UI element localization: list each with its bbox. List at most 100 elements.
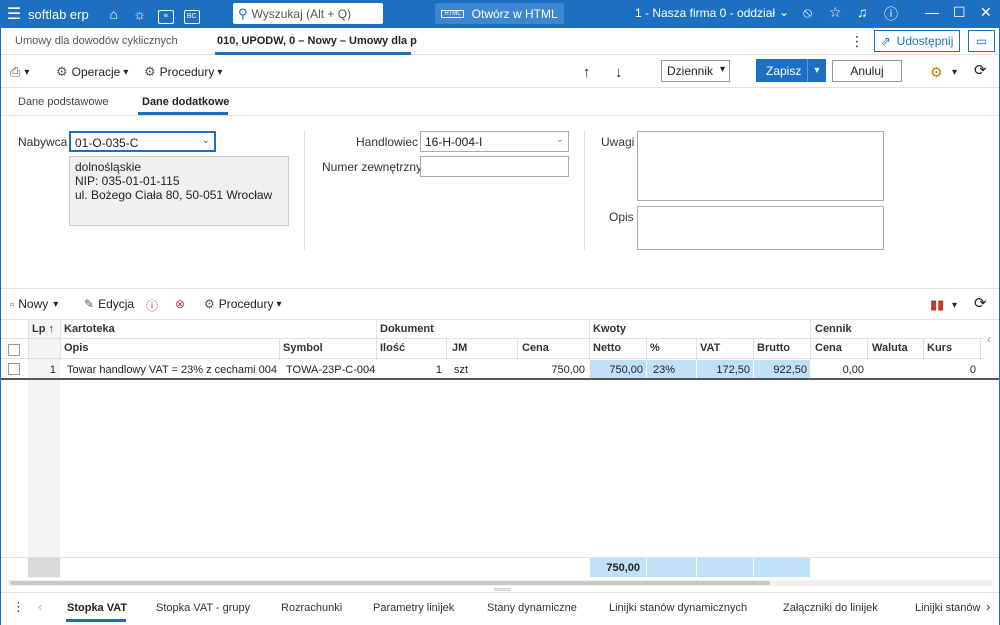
uwagi-textarea[interactable]: [637, 131, 884, 201]
col-jm[interactable]: JM: [452, 342, 467, 354]
sun-icon[interactable]: ☼: [127, 6, 153, 22]
chevron-down-icon: ▾: [276, 298, 282, 310]
operations-icon: ⚙: [56, 64, 68, 79]
help-icon[interactable]: ⓘ: [884, 4, 898, 24]
grid-vline: [376, 320, 377, 360]
procedures-icon: ⚙: [204, 297, 215, 311]
arrow-up-icon[interactable]: ↑: [583, 64, 591, 81]
settings-icon[interactable]: ⚙: [930, 64, 943, 81]
nabywca-field[interactable]: 01-O-035-C ⌄: [69, 131, 216, 152]
col-waluta[interactable]: Waluta: [872, 342, 908, 354]
tab-stopka-vat-grupy[interactable]: Stopka VAT - grupy: [156, 602, 250, 614]
col-opis[interactable]: Opis: [64, 342, 88, 354]
numer-zewnetrzny-field[interactable]: [420, 156, 569, 177]
group-dokument: Dokument: [380, 323, 434, 335]
save-options-dropdown[interactable]: ▾: [807, 59, 826, 82]
col-vat[interactable]: VAT: [700, 342, 720, 354]
minimize-icon[interactable]: —: [925, 4, 939, 20]
col-cennik-cena[interactable]: Cena: [815, 342, 842, 354]
col-symbol[interactable]: Symbol: [283, 342, 323, 354]
open-in-html-button[interactable]: HTML Otwórz w HTML: [435, 3, 564, 24]
chevron-down-icon: ▾: [24, 66, 30, 78]
tab-stopka-vat[interactable]: Stopka VAT: [67, 602, 127, 614]
bell-icon[interactable]: ♫: [857, 4, 868, 20]
divider: [584, 130, 585, 250]
select-all-checkbox[interactable]: [8, 344, 20, 356]
dziennik-select[interactable]: Dziennik ▾: [661, 60, 730, 82]
operacje-button[interactable]: ⚙ Operacje ▾: [56, 64, 128, 80]
cancel-button[interactable]: Anuluj: [832, 60, 902, 82]
cell-kurs: 0: [969, 364, 976, 376]
scrollbar-thumb[interactable]: [10, 581, 770, 585]
news-icon[interactable]: ≡: [153, 5, 179, 24]
tab-current-document[interactable]: 010, UPODW, 0 – Nowy – Umowy dla p: [217, 35, 417, 47]
handlowiec-field[interactable]: 16-H-004-I ⌄: [420, 131, 569, 152]
no-notify-icon[interactable]: ⦸: [803, 4, 812, 21]
procedures-icon: ⚙: [144, 64, 156, 79]
cell-opis: Towar handlowy VAT = 23% z cechami 004: [67, 364, 278, 376]
grid-vline: [446, 339, 447, 360]
tab-parametry-linijek[interactable]: Parametry linijek: [373, 602, 454, 614]
col-lp[interactable]: Lp ↑: [32, 323, 54, 335]
procedury-button[interactable]: ⚙ Procedury ▾: [144, 64, 222, 80]
edit-button[interactable]: ✎ Edycja: [84, 297, 134, 311]
new-doc-icon: ▫: [10, 297, 15, 311]
tab-linijki-stanow-dynamicznych[interactable]: Linijki stanów dynamicznych: [609, 602, 747, 614]
more-vertical-icon[interactable]: ⋮: [12, 599, 25, 615]
share-icon: ⇗: [880, 34, 891, 48]
col-cena[interactable]: Cena: [522, 342, 549, 354]
maximize-icon[interactable]: ☐: [953, 4, 966, 21]
grid-procedury-button[interactable]: ⚙ Procedury ▾: [204, 297, 282, 311]
tab-zalaczniki-do-linijek[interactable]: Załączniki do linijek: [783, 602, 878, 614]
col-ilosc[interactable]: Ilość: [380, 342, 405, 354]
chevron-down-icon[interactable]: ▾: [952, 300, 957, 311]
refresh-icon[interactable]: ⟳: [974, 294, 987, 312]
tab-rozrachunki[interactable]: Rozrachunki: [281, 602, 342, 614]
bc-icon[interactable]: BC: [179, 5, 205, 24]
bottom-tabs: ⋮ ‹ Stopka VAT Stopka VAT - grupy Rozrac…: [0, 592, 1000, 625]
chevron-down-icon[interactable]: ▾: [952, 67, 957, 78]
close-icon[interactable]: ✕: [980, 4, 992, 21]
opis-textarea[interactable]: [637, 206, 884, 250]
chat-icon[interactable]: ▭: [968, 30, 995, 52]
printer-icon: ⎙: [10, 64, 21, 79]
star-icon[interactable]: ☆: [829, 4, 842, 21]
info-doc-icon[interactable]: ⓘ: [146, 297, 158, 314]
tab-dane-dodatkowe[interactable]: Dane dodatkowe: [142, 96, 229, 108]
col-netto[interactable]: Netto: [593, 342, 621, 354]
chevron-right-icon[interactable]: ›: [986, 599, 990, 614]
chevron-left-icon[interactable]: ‹: [38, 599, 42, 614]
home-icon[interactable]: ⌂: [101, 6, 127, 22]
nabywca-value: 01-O-035-C: [75, 136, 139, 150]
refresh-icon[interactable]: ⟳: [974, 61, 987, 79]
col-procent[interactable]: %: [650, 342, 660, 354]
col-kurs[interactable]: Kurs: [927, 342, 952, 354]
new-button[interactable]: ▫ Nowy ▾: [10, 297, 58, 311]
tab-stany-dynamiczne[interactable]: Stany dynamiczne: [487, 602, 577, 614]
chevron-down-icon: ▾: [719, 64, 725, 75]
row-checkbox[interactable]: [8, 363, 20, 375]
chevron-down-icon[interactable]: ⌄: [556, 134, 564, 145]
chevron-down-icon[interactable]: ⌄: [779, 5, 789, 19]
footer-highlight: [647, 558, 696, 577]
uwagi-label: Uwagi: [601, 135, 635, 149]
more-vertical-icon[interactable]: ⋮: [850, 33, 864, 50]
tab-dane-podstawowe[interactable]: Dane podstawowe: [18, 96, 109, 108]
search-input[interactable]: ⚲ Wyszukaj (Alt + Q): [233, 3, 383, 24]
cell-brutto: 922,50: [773, 364, 807, 376]
company-selector[interactable]: 1 - Nasza firma 0 - oddział: [635, 6, 775, 20]
tab-umowy[interactable]: Umowy dla dowodów cyklicznych: [15, 35, 178, 47]
chart-icon[interactable]: ▮▮: [930, 297, 944, 313]
grid-line: [0, 338, 985, 339]
grid-vline: [753, 339, 754, 360]
delete-icon[interactable]: ⊗: [175, 297, 185, 311]
tab-linijki-stanow[interactable]: Linijki stanów: [915, 602, 980, 614]
print-button[interactable]: ⎙ ▾: [10, 64, 29, 80]
arrow-down-icon[interactable]: ↓: [615, 64, 623, 81]
chevron-down-icon[interactable]: ⌄: [202, 135, 210, 146]
cell-ilosc: 1: [435, 364, 442, 376]
share-button[interactable]: ⇗ Udostępnij: [874, 30, 960, 52]
chevron-left-icon[interactable]: ‹: [987, 332, 991, 346]
col-brutto[interactable]: Brutto: [757, 342, 790, 354]
hamburger-menu-icon[interactable]: ☰: [0, 4, 28, 24]
